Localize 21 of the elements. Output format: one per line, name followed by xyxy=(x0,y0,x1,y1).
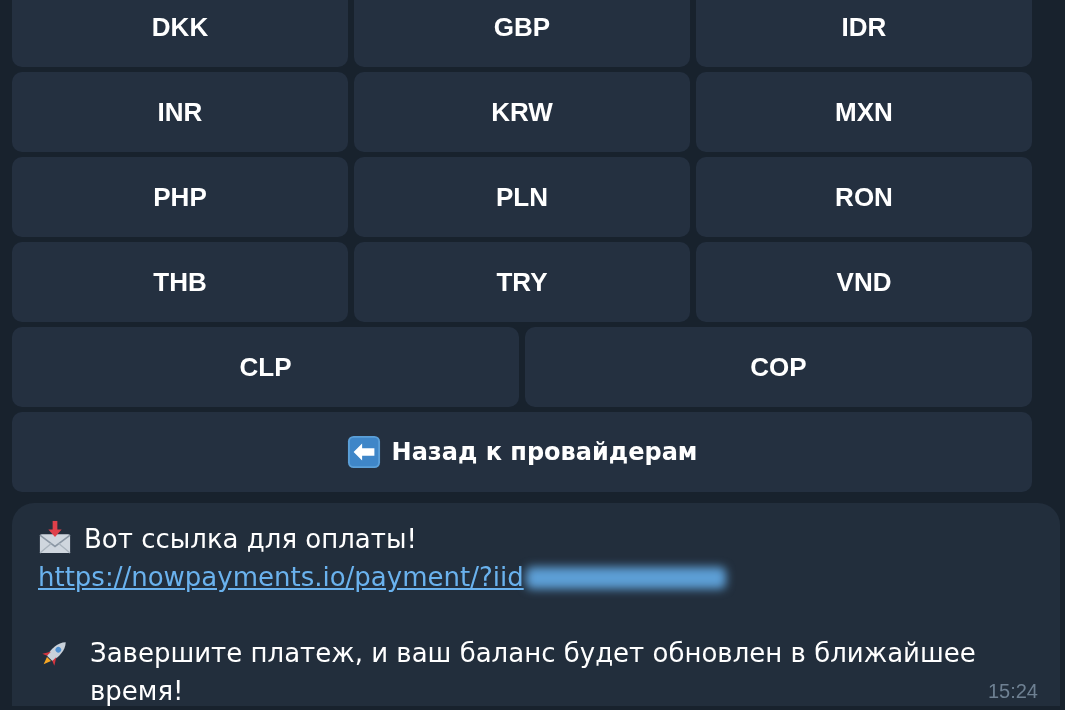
currency-button[interactable]: RON xyxy=(696,157,1032,237)
payment-link[interactable]: https://nowpayments.io/payment/?iid xyxy=(38,562,524,592)
currency-button[interactable]: TRY xyxy=(354,242,690,322)
message-text: Завершите платеж, и ваш баланс будет обновлен в ближайшее время! xyxy=(90,637,977,708)
currency-button[interactable]: THB xyxy=(12,242,348,322)
currency-button[interactable]: PHP xyxy=(12,157,348,237)
currency-button[interactable]: VND xyxy=(696,242,1032,322)
currency-button[interactable]: MXN xyxy=(696,72,1032,152)
currency-button[interactable]: IDR xyxy=(696,0,1032,67)
currency-button[interactable]: KRW xyxy=(354,72,690,152)
message-time: 15:24 xyxy=(987,679,1038,704)
back-to-providers-button[interactable]: Назад к провайдерам xyxy=(12,412,1032,492)
currency-button[interactable]: DKK xyxy=(12,0,348,67)
currency-button[interactable]: CLP xyxy=(12,327,519,407)
left-arrow-icon xyxy=(346,435,381,469)
currency-button[interactable]: COP xyxy=(525,327,1032,407)
envelope-arrow-icon xyxy=(38,520,72,554)
currency-button[interactable]: GBP xyxy=(354,0,690,67)
currency-button[interactable]: PLN xyxy=(354,157,690,237)
currency-button[interactable]: INR xyxy=(12,72,348,152)
message-title: Вот ссылка для оплаты! xyxy=(84,524,417,554)
